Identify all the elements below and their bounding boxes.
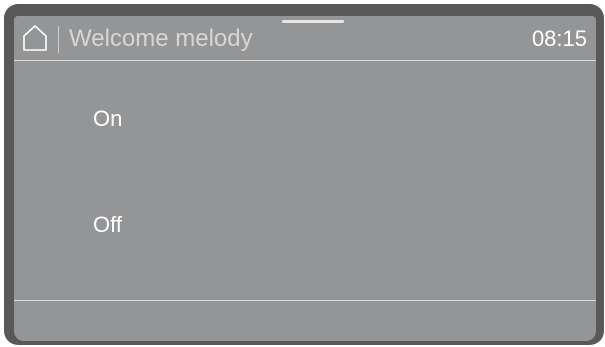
home-icon[interactable]	[22, 24, 48, 52]
header-bar: Welcome melody 08:15	[14, 16, 596, 60]
option-on[interactable]: On	[14, 70, 596, 166]
page-title: Welcome melody	[69, 25, 253, 52]
display-screen: Welcome melody 08:15 On Off	[14, 16, 596, 341]
option-off[interactable]: Off	[14, 176, 596, 272]
device-frame: Welcome melody 08:15 On Off	[4, 4, 604, 345]
header-divider	[58, 26, 59, 53]
footer-separator	[14, 300, 596, 301]
clock-time: 08:15	[531, 26, 587, 51]
option-on-label: On	[93, 106, 123, 131]
option-off-label: Off	[93, 212, 122, 237]
header-separator	[14, 60, 596, 61]
